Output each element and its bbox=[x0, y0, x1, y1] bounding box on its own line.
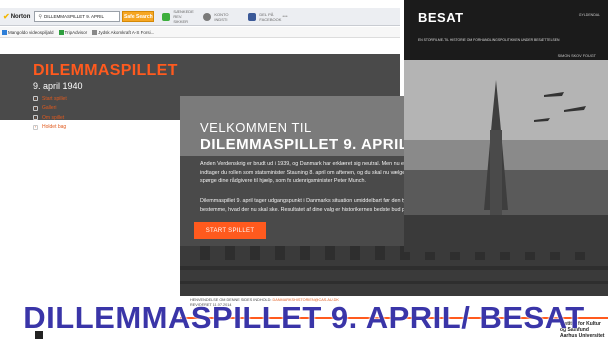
bookmark-item[interactable]: Mangoldo videospiljald bbox=[2, 29, 54, 35]
toolbar-search-input[interactable]: ⚲ DILLEMMASPILLET 9. APRIL bbox=[34, 11, 121, 22]
cover-title: BESAT bbox=[418, 10, 464, 25]
search-icon: ⚲ bbox=[38, 13, 43, 20]
safe-search-button[interactable]: Safe Search bbox=[122, 11, 155, 22]
account-icon bbox=[203, 12, 212, 21]
bookmark-label: Mangoldo videospiljald bbox=[8, 29, 54, 35]
welcome-heading: VELKOMMEN TIL bbox=[200, 120, 312, 135]
norton-toolbar: ✔ Norton ⚲ DILLEMMASPILLET 9. APRIL Safe… bbox=[0, 8, 400, 26]
bookmark-item[interactable]: TripAdvisor bbox=[58, 29, 88, 35]
cover-author: SIMON SKOV FOUGT bbox=[557, 54, 596, 58]
toolbar-search-value: DILLEMMASPILLET 9. APRIL bbox=[44, 14, 104, 19]
chevron-right-icon: › bbox=[33, 114, 38, 120]
welcome-game-title: DILEMMASPILLET 9. APRIL bbox=[200, 136, 409, 153]
chevron-right-icon: › bbox=[33, 124, 38, 130]
site-subtitle: 9. april 1940 bbox=[33, 81, 83, 91]
bookmarks-bar: Mangoldo videospiljald TripAdvisor Jydsk… bbox=[0, 27, 400, 38]
nav-item-label: Om spillet bbox=[42, 114, 65, 121]
cover-publisher: GYLDENDAL bbox=[578, 13, 600, 17]
nav-item-about[interactable]: › Om spillet bbox=[33, 113, 173, 122]
shield-check-icon bbox=[162, 12, 171, 21]
toolbar-facebook-group[interactable]: DEL PÅ FACEBOOK bbox=[248, 11, 282, 22]
nav-item-start[interactable]: › Start spillet bbox=[33, 94, 173, 103]
screenshot-composite: ✔ Norton ⚲ DILLEMMASPILLET 9. APRIL Safe… bbox=[0, 0, 608, 347]
bookmark-label: TripAdvisor bbox=[64, 29, 88, 35]
bookmark-item[interactable]: Jydsk Akomkraft A-S Forsi... bbox=[92, 29, 155, 35]
account-label: KONTO INDSTI bbox=[214, 11, 229, 22]
cover-subtitle: EN STORFILME-TIL HISTORIE OM FORHANDLING… bbox=[418, 38, 560, 42]
toolbar-account-group[interactable]: KONTO INDSTI bbox=[203, 12, 230, 22]
toolbar-security-group[interactable]: SÆNKEDE REV. SIKKER bbox=[162, 9, 195, 24]
norton-brand-label: Norton bbox=[10, 13, 31, 20]
nav-item-label: Start spillet bbox=[42, 95, 67, 102]
nav-item-label: Holdet bag bbox=[42, 124, 67, 130]
besat-book-cover: BESAT GYLDENDAL EN STORFILME-TIL HISTORI… bbox=[404, 0, 608, 252]
sidebar-nav: › Start spillet › Galleri › Om spillet ›… bbox=[33, 94, 173, 132]
bookmark-favicon-icon bbox=[2, 29, 7, 35]
overlay-caption: DILLEMMASPILLET 9. APRIL/ BESAT bbox=[23, 300, 585, 335]
norton-logo[interactable]: ✔ Norton bbox=[3, 12, 30, 21]
nav-item-gallery[interactable]: › Galleri bbox=[33, 104, 173, 113]
nav-item-team[interactable]: › Holdet bag bbox=[33, 123, 173, 132]
more-icon[interactable]: ••• bbox=[282, 14, 287, 20]
start-game-button[interactable]: START SPILLET bbox=[194, 222, 266, 239]
bookmark-label: Jydsk Akomkraft A-S Forsi... bbox=[98, 29, 155, 35]
chevron-right-icon: › bbox=[33, 105, 38, 111]
bookmark-favicon-icon bbox=[58, 29, 64, 35]
nav-item-label: Galleri bbox=[42, 105, 57, 111]
facebook-label: DEL PÅ FACEBOOK bbox=[259, 11, 282, 22]
site-title[interactable]: DILEMMASPILLET bbox=[33, 62, 178, 80]
chevron-right-icon: › bbox=[33, 95, 38, 101]
bookmark-favicon-icon bbox=[92, 29, 98, 35]
facebook-icon bbox=[248, 12, 257, 21]
security-label: SÆNKEDE REV. SIKKER bbox=[173, 9, 194, 24]
norton-check-icon: ✔ bbox=[3, 12, 10, 21]
